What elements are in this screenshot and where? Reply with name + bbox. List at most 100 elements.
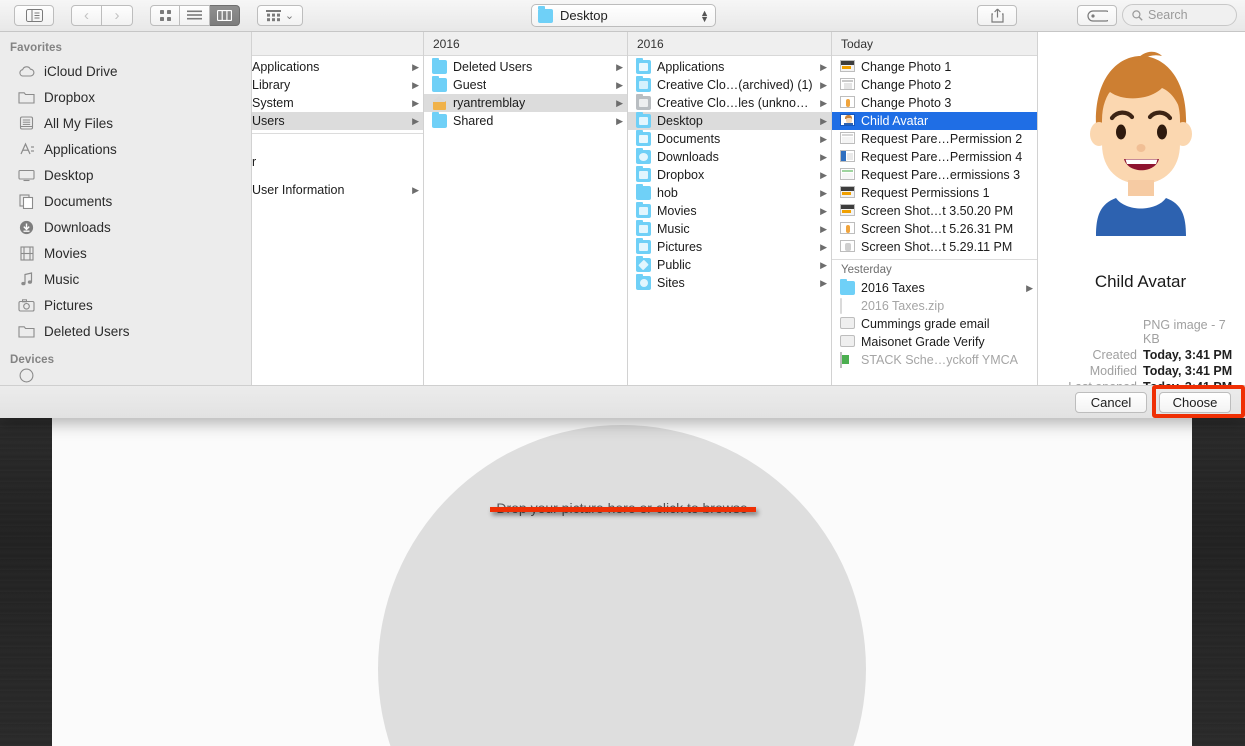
sidebar-item-all-my-files[interactable]: All My Files (0, 110, 251, 136)
metadata-row-modified: Modified Today, 3:41 PM (1038, 364, 1243, 378)
column-row-pictures[interactable]: Pictures ▶ (628, 237, 831, 256)
column-row-public[interactable]: Public ▶ (628, 255, 831, 274)
path-popup-button[interactable]: Desktop ▲ ▼ (531, 4, 716, 27)
sidebar-item-downloads[interactable]: Downloads (0, 214, 251, 240)
disclosure-arrow-icon: ▶ (412, 97, 419, 108)
row-label: Library (252, 78, 291, 92)
arrange-chevron-icon: ⌄ (284, 10, 295, 22)
search-input[interactable]: Search (1122, 4, 1237, 26)
sidebar-item-device-partial[interactable] (0, 368, 251, 382)
back-button[interactable]: ‹ (71, 5, 102, 26)
column-row-change-photo-2[interactable]: Change Photo 2 (832, 76, 1037, 94)
column-row-sites[interactable]: Sites ▶ (628, 273, 831, 292)
column-row-applications[interactable]: Applications ▶ (252, 58, 423, 76)
row-label: Music (657, 222, 690, 236)
disclosure-arrow-icon: ▶ (820, 259, 827, 270)
column-row-movies[interactable]: Movies ▶ (628, 201, 831, 220)
column-row-request-parent-permission-4[interactable]: Request Pare…Permission 4 (832, 148, 1037, 166)
documents-icon (18, 193, 35, 210)
column-1-header (252, 32, 423, 56)
column-row-screen-shot-3[interactable]: Screen Shot…t 5.29.11 PM (832, 238, 1037, 256)
column-browser: Applications ▶ Library ▶ System ▶ Users … (252, 32, 1245, 385)
choose-button[interactable]: Choose (1159, 391, 1231, 413)
column-row-user-information[interactable]: User Information ▶ (252, 181, 423, 199)
column-row-deleted-users[interactable]: Deleted Users ▶ (424, 57, 627, 76)
column-row-cummings-grade-email[interactable]: Cummings grade email (832, 315, 1037, 333)
sidebar-item-pictures[interactable]: Pictures (0, 292, 251, 318)
column-row-desktop[interactable]: Desktop ▶ (628, 111, 831, 130)
column-row-creative-cloud-archived[interactable]: Creative Clo…(archived) (1) ▶ (628, 75, 831, 94)
sidebar-item-dropbox[interactable]: Dropbox (0, 84, 251, 110)
view-icon-button[interactable] (150, 5, 180, 26)
share-button[interactable] (977, 5, 1017, 26)
grid-view-icon (159, 10, 171, 21)
column-row-creative-cloud-unknown[interactable]: Creative Clo…les (unknown) ▶ (628, 93, 831, 112)
column-row-applications[interactable]: Applications ▶ (628, 57, 831, 76)
column-row-library[interactable]: Library ▶ (252, 76, 423, 94)
column-row-ryantremblay[interactable]: ryantremblay ▶ (424, 94, 627, 112)
row-label: System (252, 96, 294, 110)
sidebar-section-devices-header: Devices (10, 354, 55, 366)
sidebar-section-favorites-header: Favorites (10, 42, 63, 54)
column-row-shared[interactable]: Shared ▶ (424, 111, 627, 130)
column-row-screen-shot-2[interactable]: Screen Shot…t 5.26.31 PM (832, 220, 1037, 238)
sidebar-item-deleted-users[interactable]: Deleted Users (0, 318, 251, 344)
sidebar-item-label: Desktop (44, 167, 94, 183)
column-row-change-photo-1[interactable]: Change Photo 1 (832, 58, 1037, 76)
search-icon (1132, 9, 1143, 21)
arrange-button[interactable]: ⌄ (257, 5, 303, 26)
column-row-request-parent-permissions-3[interactable]: Request Pare…ermissions 3 (832, 166, 1037, 184)
sidebar-item-documents[interactable]: Documents (0, 188, 251, 214)
column-row-dropbox[interactable]: Dropbox ▶ (628, 165, 831, 184)
column-row-request-permissions-1[interactable]: Request Permissions 1 (832, 184, 1037, 202)
column-row-screen-shot-1[interactable]: Screen Shot…t 3.50.20 PM (832, 202, 1037, 220)
disclosure-arrow-icon: ▶ (412, 61, 419, 72)
column-row-documents[interactable]: Documents ▶ (628, 129, 831, 148)
disclosure-arrow-icon: ▶ (820, 133, 827, 144)
column-3-header: 2016 (628, 32, 831, 56)
sidebar-item-icloud-drive[interactable]: iCloud Drive (0, 58, 251, 84)
column-view-icon (217, 10, 232, 21)
forward-button[interactable]: › (102, 5, 133, 26)
folder-icon (636, 165, 651, 182)
cancel-button[interactable]: Cancel (1075, 391, 1147, 413)
tag-button[interactable] (1077, 5, 1117, 26)
row-label: ryantremblay (453, 96, 526, 110)
sidebar-item-music[interactable]: Music (0, 266, 251, 292)
sidebar-item-movies[interactable]: Movies (0, 240, 251, 266)
column-row-child-avatar[interactable]: Child Avatar (832, 112, 1037, 130)
row-label: Deleted Users (453, 60, 533, 74)
sidebar-item-label: Dropbox (44, 89, 96, 105)
disclosure-arrow-icon: ▶ (412, 115, 419, 126)
view-list-button[interactable] (180, 5, 210, 26)
column-row-partial[interactable]: r (252, 153, 423, 171)
arrange-icon (265, 9, 281, 21)
column-row-maisonet-grade-verify[interactable]: Maisonet Grade Verify (832, 333, 1037, 351)
column-row-hob[interactable]: hob ▶ (628, 183, 831, 202)
row-label: 2016 Taxes.zip (861, 299, 945, 313)
sidebar: Favorites iCloud Drive Dropbox All My Fi… (0, 32, 252, 385)
folder-icon (636, 201, 651, 218)
column-row-system[interactable]: System ▶ (252, 94, 423, 112)
sheet-footer: Cancel Choose (0, 385, 1245, 418)
sidebar-item-label: Deleted Users (44, 323, 130, 339)
column-row-2016-taxes[interactable]: 2016 Taxes ▶ (832, 278, 1037, 297)
avatar-drop-circle[interactable]: Drop your picture here or click to brows… (378, 425, 866, 746)
sidebar-item-applications[interactable]: Applications (0, 136, 251, 162)
pictures-icon (18, 297, 35, 314)
column-4: Today Change Photo 1 Change Photo 2 Chan… (832, 32, 1038, 385)
column-row-request-parent-permission-2[interactable]: Request Pare…Permission 2 (832, 130, 1037, 148)
disclosure-arrow-icon: ▶ (820, 115, 827, 126)
column-row-users[interactable]: Users ▶ (252, 112, 423, 130)
folder-icon (636, 219, 651, 236)
sidebar-item-desktop[interactable]: Desktop (0, 162, 251, 188)
column-row-2016-taxes-zip: 2016 Taxes.zip (832, 297, 1037, 315)
sidebar-toggle-button[interactable] (14, 5, 54, 26)
column-row-downloads[interactable]: Downloads ▶ (628, 147, 831, 166)
column-row-change-photo-3[interactable]: Change Photo 3 (832, 94, 1037, 112)
disclosure-arrow-icon: ▶ (820, 205, 827, 216)
column-row-guest[interactable]: Guest ▶ (424, 75, 627, 94)
column-row-music[interactable]: Music ▶ (628, 219, 831, 238)
disclosure-arrow-icon: ▶ (820, 241, 827, 252)
view-column-button[interactable] (210, 5, 240, 26)
